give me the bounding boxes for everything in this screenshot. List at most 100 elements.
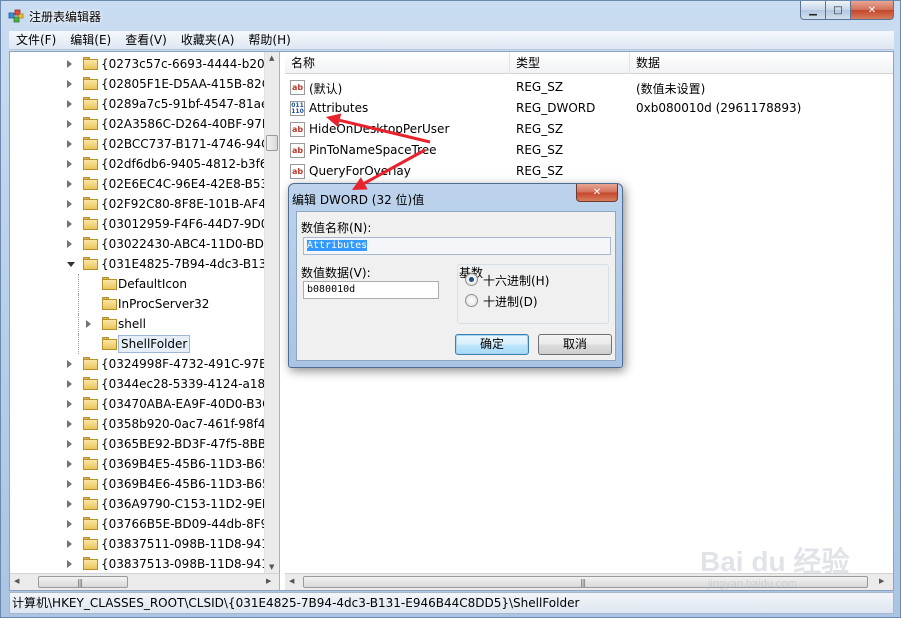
scroll-left-icon[interactable]: ◀: [14, 577, 19, 585]
title-bar[interactable]: 注册表编辑器 ▁ □ ✕: [1, 1, 900, 31]
tree-item[interactable]: {0273c57c-6693-4444-b20c: [10, 54, 271, 74]
scroll-up-icon[interactable]: ▲: [269, 54, 274, 62]
tree-item[interactable]: {0369B4E5-45B6-11D3-B65: [10, 454, 270, 474]
expand-arrow-icon[interactable]: [67, 540, 72, 548]
expand-arrow-icon[interactable]: [67, 140, 72, 148]
expand-arrow-icon[interactable]: [67, 560, 72, 568]
expand-arrow-icon[interactable]: [67, 80, 72, 88]
tree-item[interactable]: ShellFolder: [10, 334, 265, 354]
folder-icon: [83, 117, 98, 130]
tree-item[interactable]: {02F92C80-8F8E-101B-AF4E: [10, 194, 274, 214]
tree-item[interactable]: shell: [10, 314, 265, 334]
scroll-down-icon[interactable]: ▼: [269, 563, 274, 571]
menu-file[interactable]: 文件(F): [9, 31, 63, 50]
tree-item[interactable]: {03837511-098B-11D8-9414: [10, 534, 277, 554]
menu-edit[interactable]: 编辑(E): [63, 31, 118, 50]
tree-item[interactable]: InProcServer32: [10, 294, 265, 314]
tree-item-label: {02805F1E-D5AA-415B-82C: [101, 77, 271, 91]
expand-arrow-icon[interactable]: [67, 220, 72, 228]
tree-item[interactable]: {0358b920-0ac7-461f-98f4-: [10, 414, 270, 434]
expand-arrow-icon[interactable]: [67, 100, 72, 108]
minimize-button[interactable]: ▁: [800, 1, 826, 20]
tree-item-label: {0358b920-0ac7-461f-98f4-: [101, 417, 270, 431]
registry-app-icon: [8, 9, 24, 23]
tree-item[interactable]: {03837513-098B-11D8-9414: [10, 554, 277, 574]
value-row[interactable]: ab QueryForOverlay REG_SZ: [285, 161, 893, 182]
menu-help[interactable]: 帮助(H): [241, 31, 297, 50]
expand-arrow-icon[interactable]: [67, 60, 72, 68]
key-tree-pane[interactable]: {0273c57c-6693-4444-b20c {02805F1E-D5AA-4…: [10, 52, 280, 590]
tree-item[interactable]: {02df6db6-9405-4812-b3f6: [10, 154, 268, 174]
value-name: HideOnDesktopPerUser: [309, 122, 450, 136]
tree-item[interactable]: {03012959-F4F6-44D7-9D09: [10, 214, 276, 234]
tree-item-label: {03766B5E-BD09-44db-8F9: [101, 517, 269, 531]
value-data-input[interactable]: b080010d: [303, 281, 439, 299]
dialog-close-button[interactable]: ✕: [576, 184, 618, 202]
tree-horizontal-scrollbar[interactable]: ◀ ||| ▶: [10, 573, 279, 590]
expand-arrow-icon[interactable]: [67, 520, 72, 528]
tree-scroll-thumb[interactable]: [266, 135, 278, 151]
tree-item[interactable]: {036A9790-C153-11D2-9EF7: [10, 494, 276, 514]
tree-item[interactable]: {031E4825-7B94-4dc3-B131: [10, 254, 274, 274]
expand-arrow-icon[interactable]: [67, 200, 72, 208]
scroll-left-icon[interactable]: ◀: [289, 577, 294, 585]
collapse-arrow-icon[interactable]: [67, 262, 75, 267]
tree-item[interactable]: {0369B4E6-45B6-11D3-B65: [10, 474, 270, 494]
value-name: PinToNameSpaceTree: [309, 143, 437, 157]
tree-guide-line: [78, 274, 79, 294]
watermark-url: jingyan.baidu.com: [708, 578, 797, 590]
menu-view[interactable]: 查看(V): [118, 31, 174, 50]
tree-item[interactable]: {02E6EC4C-96E4-42E8-B53: [10, 174, 268, 194]
expand-arrow-icon[interactable]: [67, 160, 72, 168]
expand-arrow-icon[interactable]: [67, 360, 72, 368]
tree-guide-line: [78, 334, 79, 354]
value-name-field[interactable]: Attributes: [303, 237, 611, 255]
column-header-data[interactable]: 数据: [630, 52, 893, 74]
tree-item[interactable]: {02805F1E-D5AA-415B-82C: [10, 74, 270, 94]
expand-arrow-icon[interactable]: [67, 120, 72, 128]
column-header-type[interactable]: 类型: [510, 52, 630, 74]
tree-item[interactable]: {02BCC737-B171-4746-94C: [10, 134, 269, 154]
hex-radio-label[interactable]: 十六进制(H): [483, 272, 549, 289]
column-header-name[interactable]: 名称: [285, 52, 510, 74]
expand-arrow-icon[interactable]: [67, 380, 72, 388]
scroll-right-icon[interactable]: ▶: [879, 577, 884, 585]
decimal-radio[interactable]: [465, 294, 478, 307]
expand-arrow-icon[interactable]: [86, 320, 91, 328]
expand-arrow-icon[interactable]: [67, 480, 72, 488]
menu-favorites[interactable]: 收藏夹(A): [174, 31, 242, 50]
tree-item[interactable]: {03022430-ABC4-11D0-BDE: [10, 234, 271, 254]
expand-arrow-icon[interactable]: [67, 420, 72, 428]
expand-arrow-icon[interactable]: [67, 180, 72, 188]
scroll-right-icon[interactable]: ▶: [266, 577, 271, 585]
tree-item[interactable]: {03766B5E-BD09-44db-8F9: [10, 514, 269, 534]
tree-vertical-scrollbar[interactable]: ▲ ▼: [264, 52, 279, 573]
maximize-button[interactable]: □: [826, 1, 851, 20]
value-row[interactable]: ab (默认) REG_SZ (数值未设置): [285, 77, 893, 98]
close-button[interactable]: ✕: [851, 1, 894, 20]
value-row[interactable]: ab PinToNameSpaceTree REG_SZ: [285, 140, 893, 161]
tree-item[interactable]: {0344ec28-5339-4124-a186: [10, 374, 273, 394]
expand-arrow-icon[interactable]: [67, 460, 72, 468]
tree-hscroll-thumb[interactable]: |||: [38, 576, 128, 588]
tree-item[interactable]: {0365BE92-BD3F-47f5-8BB6: [10, 434, 274, 454]
decimal-radio-label[interactable]: 十进制(D): [483, 293, 538, 310]
expand-arrow-icon[interactable]: [67, 500, 72, 508]
ok-button[interactable]: 确定: [455, 334, 529, 355]
tree-item-label: {02df6db6-9405-4812-b3f6: [101, 157, 268, 171]
value-row[interactable]: ab HideOnDesktopPerUser REG_SZ: [285, 119, 893, 140]
baidu-watermark: Bai du 经验 jingyan.baidu.com: [700, 540, 860, 600]
hex-radio[interactable]: [465, 273, 478, 286]
tree-item-label: {02A3586C-D264-40BF-97F: [101, 117, 269, 131]
tree-item[interactable]: {0324998F-4732-491C-97ED: [10, 354, 276, 374]
tree-item[interactable]: {0289a7c5-91bf-4547-81ae: [10, 94, 268, 114]
tree-item[interactable]: DefaultIcon: [10, 274, 265, 294]
expand-arrow-icon[interactable]: [67, 240, 72, 248]
value-row[interactable]: 011 110 Attributes REG_DWORD 0xb080010d (296…: [285, 98, 893, 119]
tree-item[interactable]: {02A3586C-D264-40BF-97F: [10, 114, 269, 134]
cancel-button[interactable]: 取消: [538, 334, 612, 355]
expand-arrow-icon[interactable]: [67, 400, 72, 408]
expand-arrow-icon[interactable]: [67, 440, 72, 448]
folder-icon: [83, 57, 98, 70]
tree-item[interactable]: {03470ABA-EA9F-40D0-B3C: [10, 394, 270, 414]
